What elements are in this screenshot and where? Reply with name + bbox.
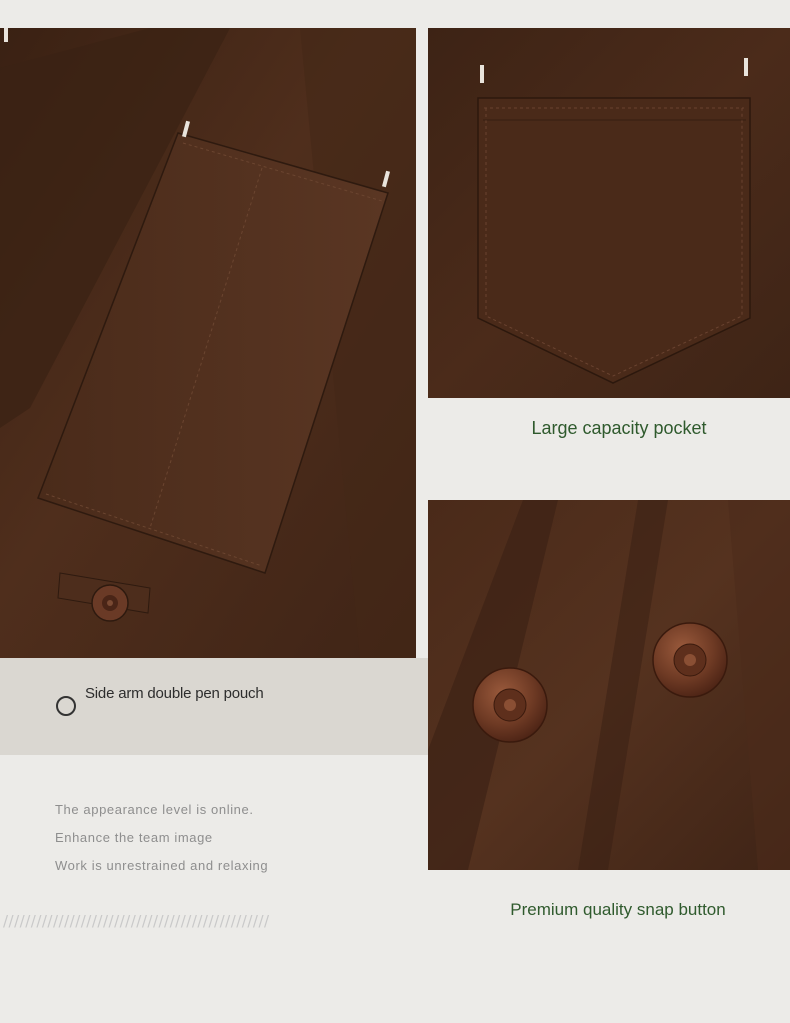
description-line-3: Work is unrestrained and relaxing: [55, 858, 269, 873]
snap-button-photo: [428, 500, 790, 870]
snap-button-caption: Premium quality snap button: [510, 900, 726, 919]
description-line-2: Enhance the team image: [55, 830, 213, 845]
chest-pocket-photo: [428, 28, 790, 398]
sleeve-pen-pouch-photo: [0, 28, 416, 658]
description-line-1: The appearance level is online.: [55, 802, 254, 817]
circle-bullet-icon: [56, 696, 76, 716]
pen-pouch-caption: Side arm double pen pouch: [85, 685, 264, 702]
pocket-caption: Large capacity pocket: [531, 418, 707, 438]
slash-divider: ////////////////////////////////////////…: [3, 912, 270, 930]
